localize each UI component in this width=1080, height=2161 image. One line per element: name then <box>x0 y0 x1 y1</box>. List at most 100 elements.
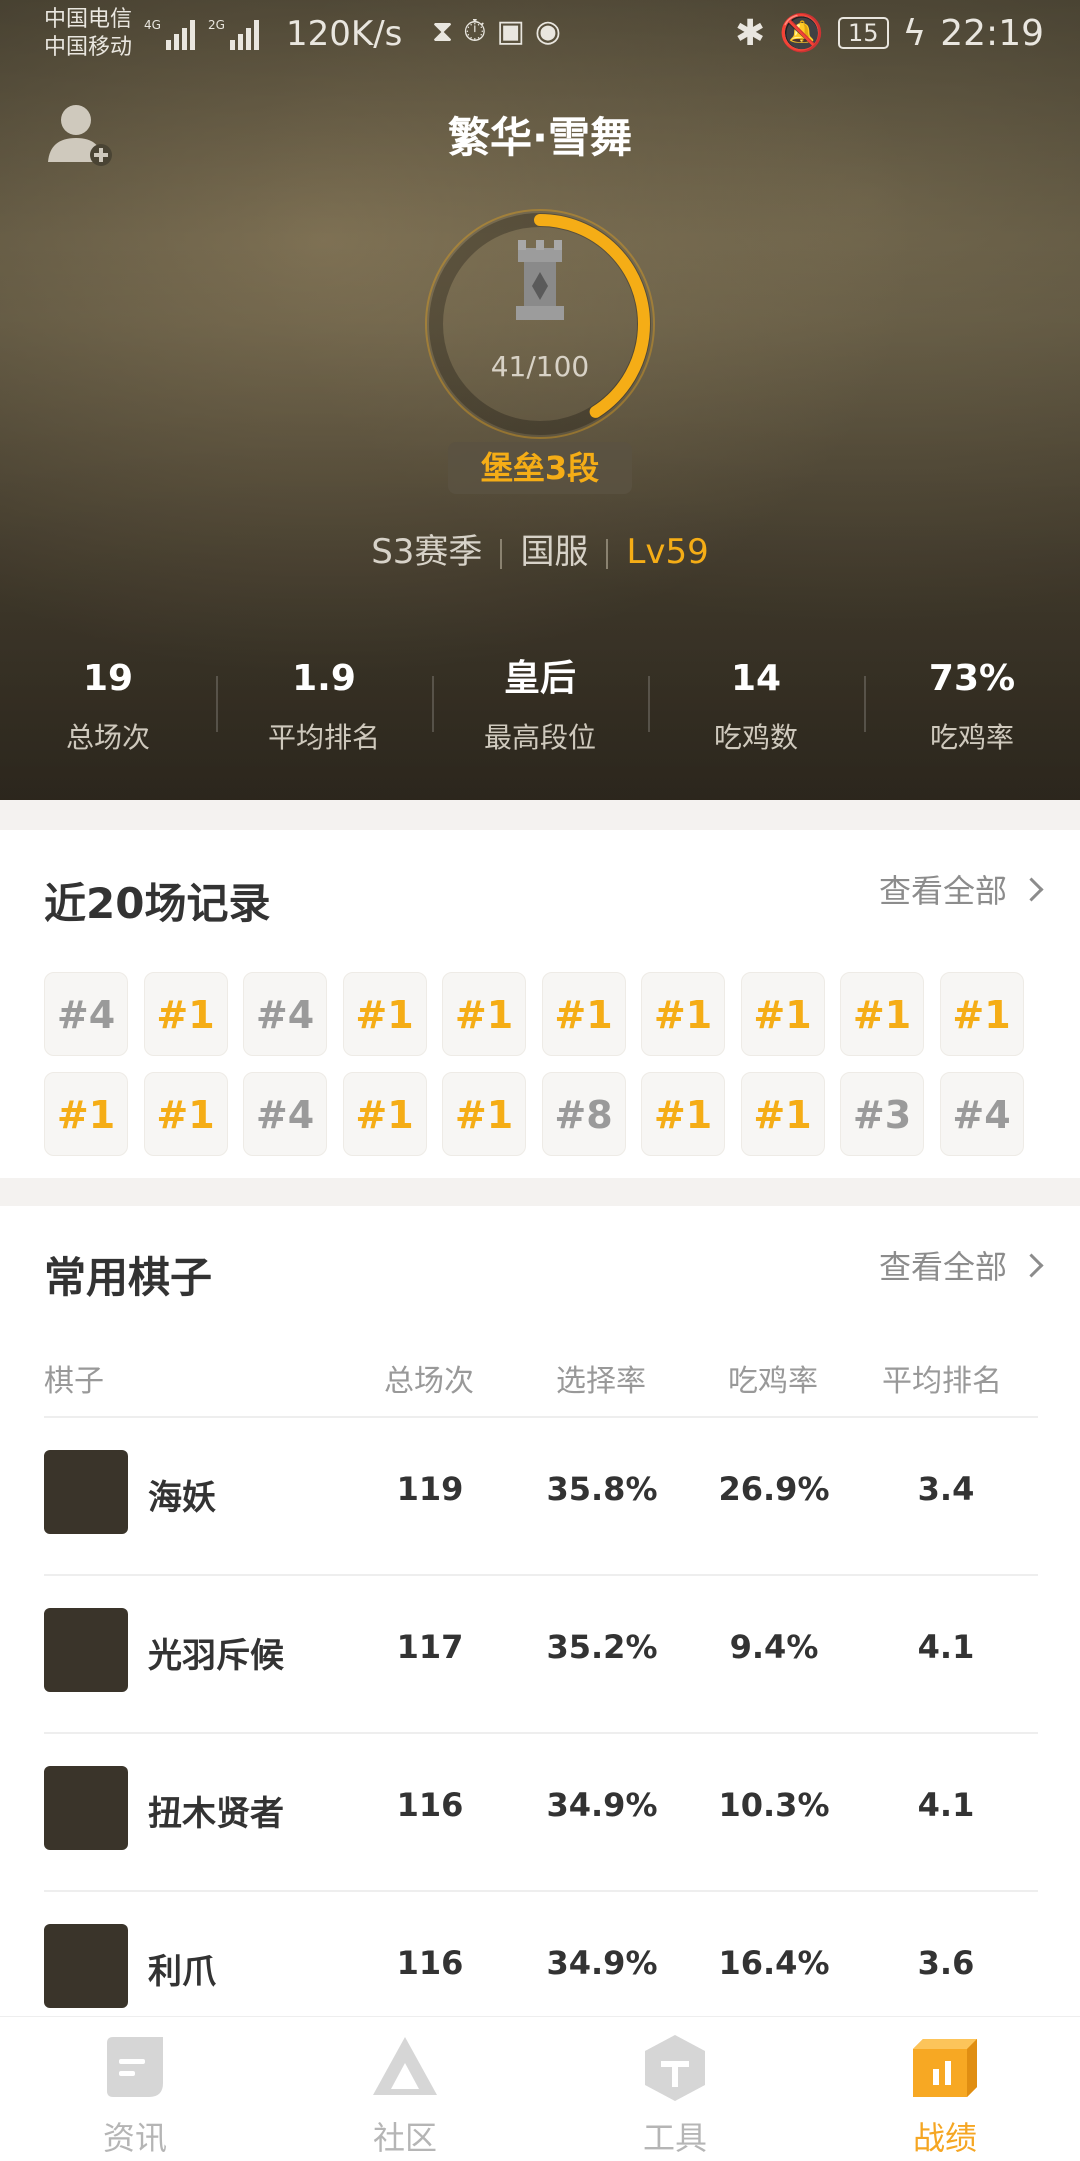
record-chip[interactable]: #1 <box>442 972 526 1056</box>
stat-value: 14 <box>730 658 782 699</box>
record-chip[interactable]: #1 <box>740 972 825 1056</box>
record-chip[interactable]: #1 <box>143 972 228 1056</box>
stat-value: 73% <box>928 658 1016 699</box>
hourglass-icon: ⧗ <box>432 14 464 49</box>
news-icon <box>107 2037 163 2097</box>
record-chip[interactable]: #1 <box>442 1072 526 1156</box>
clock: 22:19 <box>940 12 1044 54</box>
pick-rate-cell: 35.2% <box>546 1628 658 1666</box>
summary-stats: 19 总场次 1.9 平均排名 皇后 最高段位 14 吃鸡数 73% 吃鸡率 <box>0 654 1080 764</box>
record-chip[interactable]: #1 <box>740 1072 825 1156</box>
rank-progress-text: 41/100 <box>490 350 590 383</box>
col-pick-rate: 选择率 <box>556 1364 646 1399</box>
record-chip[interactable]: #1 <box>342 1072 427 1156</box>
rank-progress-ring <box>425 209 655 439</box>
games-cell: 117 <box>396 1628 464 1666</box>
table-row[interactable]: 海妖 119 35.8% 26.9% 3.4 <box>44 1418 1038 1576</box>
charging-icon: ϟ <box>902 12 927 54</box>
pick-rate-cell: 35.8% <box>546 1470 658 1508</box>
record-chip[interactable]: #1 <box>641 1072 725 1156</box>
stat-highest-rank: 皇后 最高段位 <box>432 654 648 764</box>
carrier-info: 中国电信 中国移动 <box>44 6 132 62</box>
rank-badge: 堡垒3段 <box>448 442 632 494</box>
bluetooth-icon: ✱ <box>734 12 766 54</box>
win-rate-cell: 26.9% <box>718 1470 830 1508</box>
record-chip[interactable]: #1 <box>143 1072 228 1156</box>
col-piece: 棋子 <box>44 1364 104 1399</box>
record-chip[interactable]: #1 <box>840 972 924 1056</box>
avg-rank-cell: 4.1 <box>917 1786 975 1824</box>
piece-name: 海妖 <box>148 1478 216 1518</box>
nav-label: 工具 <box>642 2119 707 2157</box>
avg-rank-cell: 4.1 <box>917 1628 975 1666</box>
piece-name: 光羽斥候 <box>148 1636 284 1676</box>
col-avg-rank: 平均排名 <box>882 1364 1002 1399</box>
recent-records-section: 近20场记录 查看全部 #4 #1 #4 #1 #1 #1 #1 #1 #1 #1 #1 #1 #4 #1… <box>0 830 1080 1178</box>
record-chip[interactable]: #1 <box>342 972 427 1056</box>
record-chip[interactable]: #4 <box>243 972 327 1056</box>
community-icon <box>373 2037 437 2095</box>
briefcase-icon: ▣ <box>496 14 535 49</box>
nav-label: 社区 <box>372 2119 437 2157</box>
chevron-right-icon <box>1019 876 1044 902</box>
avg-rank-cell: 3.6 <box>917 1944 975 1982</box>
pick-rate-cell: 34.9% <box>546 1944 658 1982</box>
profile-header: 中国电信 中国移动 4G 2G 120K/s ⧗⏱▣◉ ✱ 🔕 15 ϟ 22:… <box>0 0 1080 800</box>
player-name: 繁华·雪舞 <box>448 113 632 162</box>
see-all-pieces-link[interactable]: 查看全部 <box>878 1242 1044 1288</box>
nav-tools[interactable]: 工具 <box>540 2017 810 2161</box>
network-speed: 120K/s <box>286 14 403 54</box>
nav-news[interactable]: 资讯 <box>0 2017 270 2161</box>
svg-text:4G: 4G <box>144 18 161 32</box>
nav-stats[interactable]: 战绩 <box>810 2017 1080 2161</box>
record-chip[interactable]: #4 <box>243 1072 327 1156</box>
divider <box>606 538 609 569</box>
see-all-records-link[interactable]: 查看全部 <box>878 866 1044 912</box>
tools-icon <box>645 2035 705 2101</box>
timer-icon: ⏱ <box>463 14 497 49</box>
record-chip[interactable]: #8 <box>541 1072 626 1156</box>
status-app-icons: ⧗⏱▣◉ <box>432 14 571 49</box>
mute-icon: 🔕 <box>779 13 824 54</box>
stat-label: 吃鸡数 <box>713 721 798 754</box>
fortress-rank-icon <box>516 240 564 320</box>
piece-avatar <box>44 1608 128 1692</box>
record-chip[interactable]: #1 <box>44 1072 128 1156</box>
record-chip[interactable]: #4 <box>939 1072 1024 1156</box>
record-chip[interactable]: #1 <box>641 972 725 1056</box>
wechat-icon: ◉ <box>534 14 572 49</box>
table-row[interactable]: 光羽斥候 117 35.2% 9.4% 4.1 <box>44 1576 1038 1734</box>
col-games: 总场次 <box>384 1364 474 1399</box>
table-row[interactable]: 扭木贤者 116 34.9% 10.3% 4.1 <box>44 1734 1038 1892</box>
record-chip[interactable]: #1 <box>541 972 626 1056</box>
nav-label: 战绩 <box>912 2119 977 2157</box>
see-all-label: 查看全部 <box>878 1248 1007 1286</box>
stat-total-games: 19 总场次 <box>0 654 216 764</box>
bottom-navigation: 资讯 社区 工具 战绩 <box>0 2016 1080 2161</box>
piece-avatar <box>44 1766 128 1850</box>
section-title: 近20场记录 <box>44 879 271 928</box>
season-label: S3赛季 <box>371 532 483 572</box>
signal-2g-icon: 2G <box>208 18 259 50</box>
svg-text:2G: 2G <box>208 18 225 32</box>
record-chip[interactable]: #1 <box>939 972 1024 1056</box>
stats-icon <box>913 2039 977 2097</box>
record-chip[interactable]: #3 <box>840 1072 924 1156</box>
games-cell: 119 <box>396 1470 464 1508</box>
col-win-rate: 吃鸡率 <box>728 1364 818 1399</box>
table-header: 棋子 总场次 选择率 吃鸡率 平均排名 <box>44 1346 1038 1418</box>
stat-value: 皇后 <box>503 658 576 699</box>
nav-community[interactable]: 社区 <box>270 2017 540 2161</box>
signal-4g-icon: 4G <box>144 18 195 50</box>
stat-value: 1.9 <box>292 658 356 699</box>
server-label: 国服 <box>520 532 589 572</box>
games-cell: 116 <box>396 1786 464 1824</box>
season-info: S3赛季 国服 Lv59 <box>0 524 1080 573</box>
record-chip[interactable]: #4 <box>44 972 128 1056</box>
stat-win-rate: 73% 吃鸡率 <box>864 654 1080 764</box>
carrier-1: 中国电信 <box>44 7 133 32</box>
pick-rate-cell: 34.9% <box>546 1786 658 1824</box>
level-label: Lv59 <box>626 532 709 572</box>
piece-avatar <box>44 1450 128 1534</box>
see-all-label: 查看全部 <box>878 872 1007 910</box>
